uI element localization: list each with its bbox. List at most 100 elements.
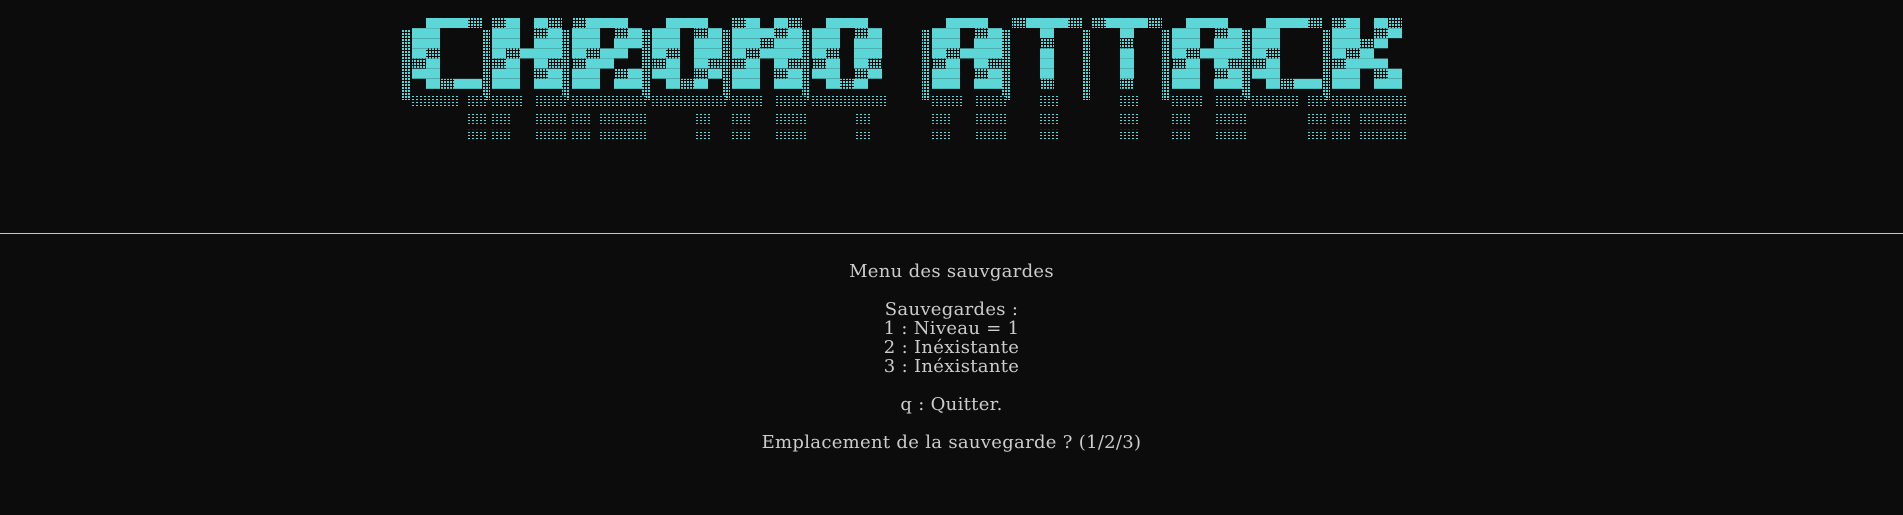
banner-drip-a [1172,112,1190,124]
banner-block-h [520,48,534,59]
banner-drip-o [854,112,872,124]
banner-block-o [694,78,708,89]
banner-block-c [1252,48,1266,59]
banner-block-h [548,18,562,28]
banner-drip-h [548,129,566,141]
banner-block-h [506,58,520,69]
banner-block-o [868,58,882,69]
banner-block-h [492,18,506,28]
banner-block-k [1360,38,1374,49]
banner-block-o [694,58,708,69]
banner-drip-h [492,95,510,107]
banner-block-r [600,58,614,69]
banner-drip-o [840,95,858,107]
banner-block-a [1214,48,1228,59]
banner-drip-o [854,129,872,141]
banner-drip-r [628,129,646,141]
banner-block-o [666,58,680,69]
banner-block-h [548,38,562,49]
banner-block-r [628,38,642,49]
banner-block-k [1332,58,1346,69]
banner-block-r [614,78,628,89]
quit-option[interactable]: q : Quitter. [0,395,1903,414]
banner-block-o [868,28,882,39]
banner-drip-r [572,95,590,107]
banner-block-t [1092,18,1106,28]
banner-edge-o [642,30,650,100]
banner-block-t [1120,28,1134,39]
banner-block-a [960,48,974,59]
banner-block-k [1346,18,1360,28]
banner-block-k [1346,48,1360,59]
banner-block-a [1228,78,1242,89]
banner-drip-a [932,112,950,124]
banner-block-c [1266,28,1280,39]
banner-block-r [614,48,628,59]
banner-block-o [868,38,882,49]
banner-block-a [932,48,946,59]
banner-block-c [440,78,454,89]
banner-block-r [628,78,642,89]
banner-block-k [1332,78,1346,89]
banner-block-k [1388,28,1402,39]
banner-block-c [1266,38,1280,49]
banner-drip-k [1388,112,1406,124]
banner-block-o [812,68,826,79]
banner-block-o [854,28,868,39]
banner-block-h [492,48,506,59]
banner-drip-h [492,129,510,141]
banner-drip-c [1280,95,1298,107]
banner-block-o [666,48,680,59]
banner-block-k [1332,18,1346,28]
banner-block-h [506,78,520,89]
banner-block-o [694,18,708,28]
banner-block-r [572,58,586,69]
banner-block-o [854,78,868,89]
banner-block-a [974,18,988,28]
banner-block-a [932,68,946,79]
save-slot-1[interactable]: 1 : Niveau = 1 [0,319,1903,338]
banner-block-a [1228,68,1242,79]
banner-block-t [1134,18,1148,28]
banner-drip-o [694,112,712,124]
banner-block-c [468,18,482,28]
save-menu: Menu des sauvgardes Sauvegardes : 1 : Ni… [0,262,1903,452]
banner-block-o [812,48,826,59]
banner-drip-t [1040,129,1058,141]
banner-block-c [440,18,454,28]
banner-block-r [628,68,642,79]
banner-block-a [1186,38,1200,49]
banner-drip-h [548,95,566,107]
banner-block-t [1040,38,1054,49]
banner-block-c [1294,78,1308,89]
banner-block-h [534,78,548,89]
banner-block-t [1068,18,1082,28]
banner-block-r [586,78,600,89]
banner-block-k [1332,38,1346,49]
banner-block-r [586,38,600,49]
banner-block-a [946,28,960,39]
banner-block-o [694,68,708,79]
banner-block-a [974,38,988,49]
save-slot-3[interactable]: 3 : Inéxistante [0,357,1903,376]
banner-block-o [826,58,840,69]
banner-block-o [652,28,666,39]
banner-block-t [1040,28,1054,39]
banner-block-c [412,48,426,59]
banner-drip-n [732,112,750,124]
banner-block-h [492,58,506,69]
slot-prompt[interactable]: Emplacement de la sauvegarde ? (1/2/3) [0,433,1903,452]
banner-block-c [426,48,440,59]
banner-block-t [1148,18,1162,28]
terminal-window: Menu des sauvgardes Sauvegardes : 1 : Ni… [0,0,1903,515]
banner-block-n [732,68,746,79]
banner-drip-a [1228,95,1246,107]
banner-block-o [826,48,840,59]
banner-drip-t [1040,112,1058,124]
banner-block-a [988,38,1002,49]
banner-block-o [854,38,868,49]
banner-block-o [840,78,854,89]
save-slot-2[interactable]: 2 : Inéxistante [0,338,1903,357]
banner-block-o [826,38,840,49]
